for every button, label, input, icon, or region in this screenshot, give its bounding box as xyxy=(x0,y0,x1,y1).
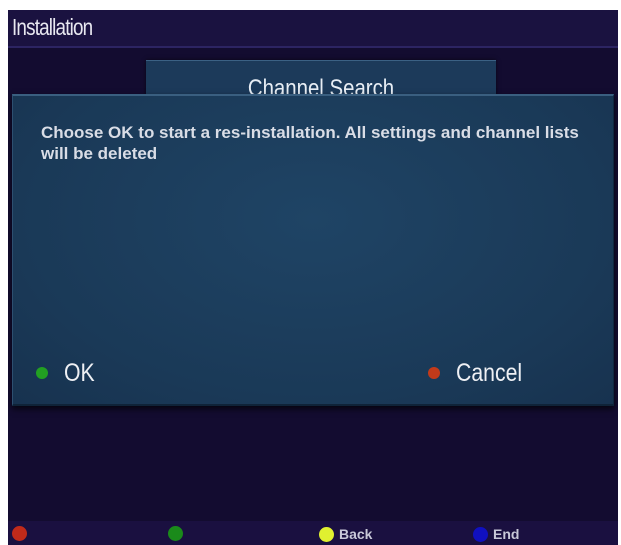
red-dot-icon xyxy=(428,367,440,379)
yellow-key-icon xyxy=(319,526,334,542)
green-key-button[interactable] xyxy=(168,526,188,541)
green-key-icon xyxy=(168,526,183,541)
title-bar: Installation xyxy=(8,10,618,48)
back-button[interactable]: Back xyxy=(319,526,372,542)
cancel-button[interactable]: Cancel xyxy=(428,358,534,388)
back-label: Back xyxy=(339,526,373,542)
red-key-button[interactable] xyxy=(12,526,32,541)
ok-button[interactable]: OK xyxy=(36,358,100,388)
end-label: End xyxy=(493,526,520,542)
end-button[interactable]: End xyxy=(473,526,519,542)
page-title: Installation xyxy=(12,14,93,40)
dialog-message: Choose OK to start a res-installation. A… xyxy=(41,123,579,163)
red-key-icon xyxy=(12,526,27,541)
tv-screen: Installation Channel Search Choose OK to… xyxy=(8,10,618,545)
confirm-dialog: Choose OK to start a res-installation. A… xyxy=(12,94,614,406)
blue-key-icon xyxy=(473,526,488,542)
green-dot-icon xyxy=(36,367,48,379)
footer-bar: Back End xyxy=(8,521,618,545)
ok-label: OK xyxy=(64,358,95,387)
cancel-label: Cancel xyxy=(456,358,523,387)
